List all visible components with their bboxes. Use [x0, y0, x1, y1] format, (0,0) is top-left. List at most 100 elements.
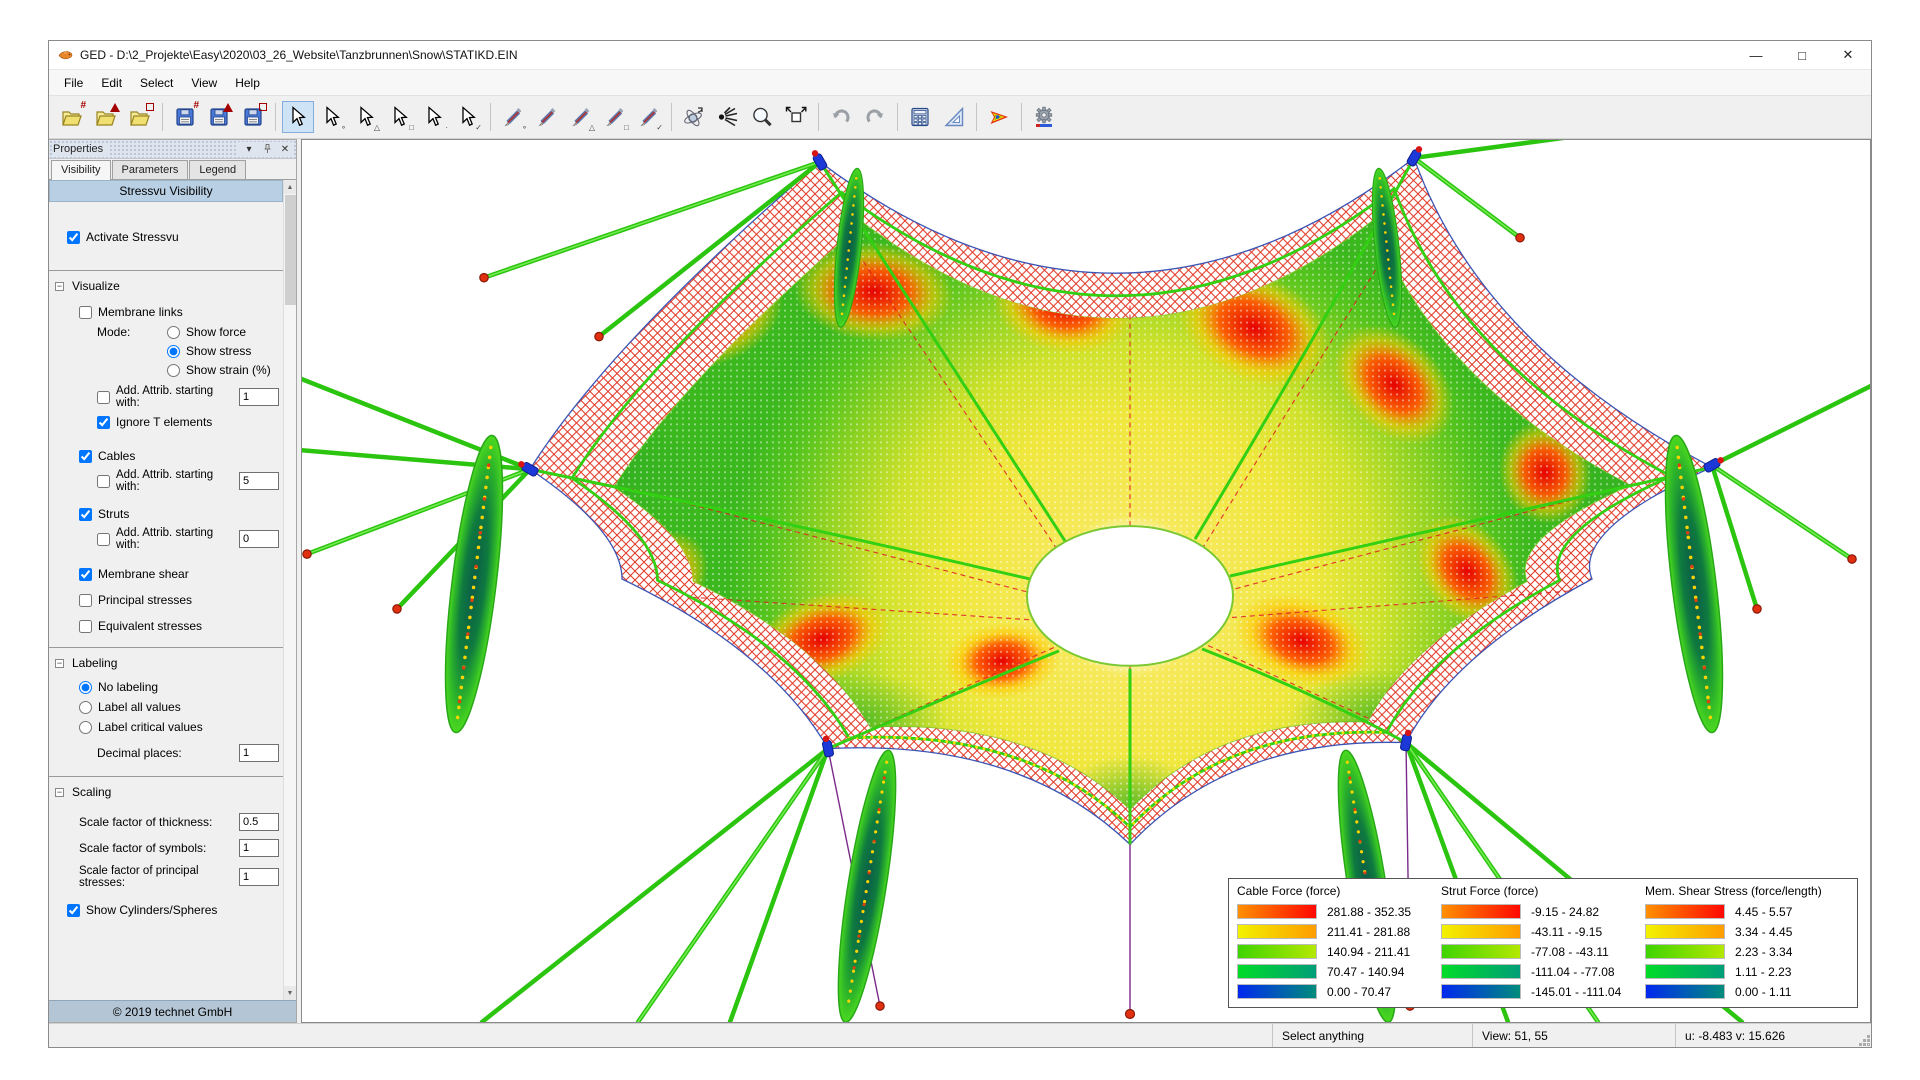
open-square-button[interactable]	[124, 101, 156, 133]
explode-view-button[interactable]	[712, 101, 744, 133]
maximize-button[interactable]: □	[1779, 41, 1825, 69]
legend-box: Cable Force (force) 281.88 - 352.35 211.…	[1228, 878, 1858, 1008]
panel-close-icon[interactable]: ✕	[278, 142, 292, 156]
save-hash-button[interactable]: #	[169, 101, 201, 133]
struts-label: Struts	[98, 507, 129, 521]
redo-icon	[863, 105, 887, 129]
show-stress-radio[interactable]	[167, 345, 180, 358]
gear-icon	[1032, 105, 1056, 129]
minimize-button[interactable]: —	[1733, 41, 1779, 69]
tab-parameters[interactable]: Parameters	[112, 160, 189, 179]
struts-checkbox[interactable]	[79, 508, 92, 521]
orbit-view-button[interactable]	[678, 101, 710, 133]
show-force-radio[interactable]	[167, 326, 180, 339]
open-triangle-button[interactable]	[90, 101, 122, 133]
select-check-tool-button[interactable]: ✓	[452, 101, 484, 133]
draw-triangle-tool-button[interactable]: △	[565, 101, 597, 133]
scale-symbols-input[interactable]	[239, 839, 279, 857]
collapse-icon[interactable]: −	[55, 282, 64, 291]
scroll-down-icon[interactable]: ▼	[284, 986, 296, 1000]
scale-thickness-label: Scale factor of thickness:	[79, 815, 212, 829]
select-tool-button[interactable]	[282, 101, 314, 133]
redo-button[interactable]	[859, 101, 891, 133]
draw-circle-tool-button[interactable]: ∘	[497, 101, 529, 133]
draw-square-tool-button[interactable]: □	[599, 101, 631, 133]
zoom-extents-button[interactable]	[780, 101, 812, 133]
principal-stresses-checkbox[interactable]	[79, 594, 92, 607]
tab-visibility[interactable]: Visibility	[51, 160, 111, 180]
panel-scrollbar[interactable]: ▲ ▼	[283, 180, 296, 1000]
panel-header: Properties ▾ ✕	[49, 140, 296, 159]
gradient-bar	[1441, 964, 1521, 979]
tab-legend[interactable]: Legend	[189, 160, 246, 179]
collapse-icon[interactable]: −	[55, 788, 64, 797]
activate-stressvu-checkbox[interactable]	[67, 231, 80, 244]
menu-edit[interactable]: Edit	[92, 72, 131, 94]
calculator-button[interactable]	[904, 101, 936, 133]
resize-grip[interactable]	[1857, 1033, 1871, 1047]
ignore-t-label: Ignore T elements	[116, 415, 212, 429]
scale-thickness-input[interactable]	[239, 813, 279, 831]
draw-tool-button[interactable]	[531, 101, 563, 133]
collapse-icon[interactable]: −	[55, 659, 64, 668]
save-square-button[interactable]	[237, 101, 269, 133]
select-triangle-tool-button[interactable]: △	[350, 101, 382, 133]
flag-icon	[987, 105, 1011, 129]
no-labeling-label: No labeling	[98, 680, 158, 694]
gradient-bar	[1645, 984, 1725, 999]
draw-check-tool-button[interactable]: ✓	[633, 101, 665, 133]
open-hash-button[interactable]: #	[56, 101, 88, 133]
panel-footer: © 2019 technet GmbH	[49, 1000, 296, 1022]
menu-select[interactable]: Select	[131, 72, 182, 94]
equivalent-stresses-checkbox[interactable]	[79, 620, 92, 633]
cables-add-attrib-input[interactable]	[239, 472, 279, 490]
legend-shear-stress: Mem. Shear Stress (force/length) 4.45 - …	[1645, 884, 1849, 999]
struts-add-attrib-input[interactable]	[239, 530, 279, 548]
membrane-add-attrib-checkbox[interactable]	[97, 391, 110, 404]
cables-add-attrib-checkbox[interactable]	[97, 475, 110, 488]
label-all-radio[interactable]	[79, 701, 92, 714]
labeling-group-header: − Labeling	[55, 656, 283, 670]
membrane-links-checkbox[interactable]	[79, 306, 92, 319]
show-force-label: Show force	[186, 325, 246, 339]
menu-view[interactable]: View	[182, 72, 226, 94]
menu-file[interactable]: File	[55, 72, 92, 94]
select-circle-tool-button[interactable]: ∘	[316, 101, 348, 133]
gradient-bar	[1441, 944, 1521, 959]
decimal-places-label: Decimal places:	[97, 746, 182, 760]
scroll-up-icon[interactable]: ▲	[284, 180, 296, 194]
chevron-down-icon[interactable]: ▾	[242, 142, 256, 156]
zoom-extents-icon	[784, 105, 808, 129]
set-square-button[interactable]	[938, 101, 970, 133]
label-critical-label: Label critical values	[98, 720, 203, 734]
no-labeling-radio[interactable]	[79, 681, 92, 694]
app-window: GED - D:\2_Projekte\Easy\2020\03_26_Webs…	[48, 40, 1872, 1048]
close-button[interactable]: ✕	[1825, 41, 1871, 69]
membrane-add-attrib-input[interactable]	[239, 388, 279, 406]
settings-button[interactable]	[1028, 101, 1060, 133]
select-square-tool-button[interactable]: □	[384, 101, 416, 133]
zoom-button[interactable]	[746, 101, 778, 133]
menu-help[interactable]: Help	[226, 72, 269, 94]
label-critical-radio[interactable]	[79, 721, 92, 734]
show-cylinders-checkbox[interactable]	[67, 904, 80, 917]
scale-principal-input[interactable]	[239, 868, 279, 886]
viewport-canvas[interactable]: Cable Force (force) 281.88 - 352.35 211.…	[301, 139, 1871, 1023]
cables-label: Cables	[98, 449, 135, 463]
legend-strut-force: Strut Force (force) -9.15 - 24.82 -43.11…	[1441, 884, 1645, 999]
cables-checkbox[interactable]	[79, 450, 92, 463]
scrollbar-thumb[interactable]	[285, 195, 296, 305]
select-dot-tool-button[interactable]: ·	[418, 101, 450, 133]
membrane-shear-checkbox[interactable]	[79, 568, 92, 581]
undo-button[interactable]	[825, 101, 857, 133]
gradient-bar	[1441, 904, 1521, 919]
flag-button[interactable]	[983, 101, 1015, 133]
struts-add-attrib-checkbox[interactable]	[97, 533, 110, 546]
decimal-places-input[interactable]	[239, 744, 279, 762]
ignore-t-checkbox[interactable]	[97, 416, 110, 429]
save-triangle-button[interactable]	[203, 101, 235, 133]
show-strain-radio[interactable]	[167, 364, 180, 377]
status-bar: Select anything View: 51, 55 u: -8.483 v…	[49, 1023, 1871, 1047]
pin-icon[interactable]	[260, 142, 274, 156]
membrane-add-attrib-label: Add. Attrib. starting with:	[116, 385, 239, 409]
